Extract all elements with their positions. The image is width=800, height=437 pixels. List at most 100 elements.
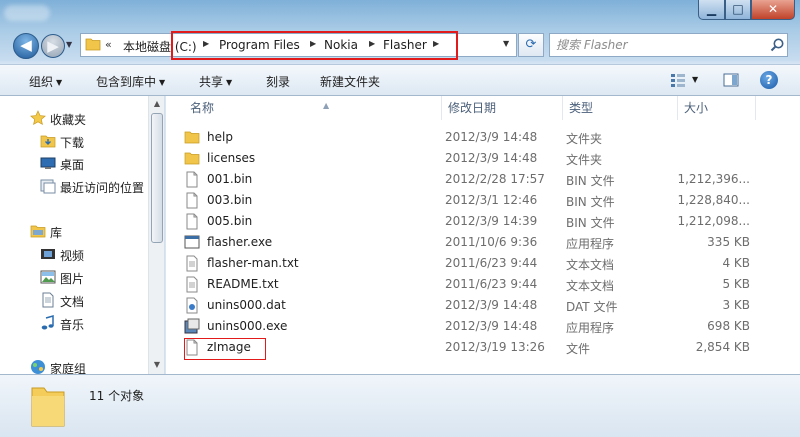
title-bar: ▁ □ ✕: [0, 0, 800, 28]
command-bar: 组织 ▼ 包含到库中 ▼ 共享 ▼ 刻录 新建文件夹 ▼ ?: [0, 64, 800, 96]
back-button[interactable]: ◀: [13, 33, 39, 59]
file-icon: [186, 192, 198, 209]
file-type: 文件: [566, 342, 591, 356]
file-size: 1,212,396...: [677, 172, 750, 186]
sort-ascending-icon: ▲: [323, 101, 330, 110]
file-name: flasher-man.txt: [207, 256, 299, 270]
caret-down-icon: ▼: [56, 78, 63, 87]
file-type: 应用程序: [566, 237, 615, 251]
minimize-button[interactable]: ▁: [698, 0, 725, 20]
close-button[interactable]: ✕: [751, 0, 795, 20]
file-row[interactable]: README.txt 2011/6/23 9:44 文本文档 5 KB: [166, 274, 800, 295]
file-type: BIN 文件: [566, 174, 615, 188]
text-file-icon: [186, 255, 198, 272]
file-date: 2012/3/9 14:48: [445, 298, 538, 312]
navigation-pane: 收藏夹 下载 桌面 最近访问的位置 库 视频 图片 文档 音乐 家庭组 ▲ ▼: [0, 96, 165, 374]
caret-down-icon: ▼: [226, 78, 233, 87]
file-date: 2011/10/6 9:36: [445, 235, 538, 249]
file-date: 2012/3/1 12:46: [445, 193, 538, 207]
file-row[interactable]: flasher-man.txt 2011/6/23 9:44 文本文档 4 KB: [166, 253, 800, 274]
include-in-library-menu[interactable]: 包含到库中 ▼: [96, 73, 165, 90]
search-icon[interactable]: [769, 37, 785, 53]
folder-icon: [184, 152, 200, 165]
maximize-button[interactable]: □: [725, 0, 751, 20]
preview-pane-icon[interactable]: [722, 72, 740, 88]
file-icon: [186, 171, 198, 188]
column-header-type[interactable]: 类型: [563, 96, 678, 120]
explorer-window: ▁ □ ✕ ◀ ▶ ▼ « 本地磁盘 (C:) ▶ Program Files …: [0, 0, 800, 437]
scroll-up-arrow-icon[interactable]: ▲: [149, 96, 164, 112]
scroll-down-arrow-icon[interactable]: ▼: [149, 357, 164, 373]
documents-icon: [42, 292, 54, 308]
file-type: 文本文档: [566, 279, 615, 293]
column-header-name[interactable]: 名称 ▲: [184, 96, 442, 120]
view-dropdown[interactable]: ▼: [692, 75, 698, 84]
window-logo: [4, 5, 50, 21]
file-size: 5 KB: [722, 277, 750, 291]
refresh-button[interactable]: ⟳: [518, 33, 544, 57]
folder-icon: [31, 387, 65, 427]
file-row[interactable]: 001.bin 2012/2/28 17:57 BIN 文件 1,212,396...: [166, 169, 800, 190]
file-name: licenses: [207, 151, 256, 165]
file-name: 005.bin: [207, 214, 253, 228]
file-size: 3 KB: [722, 298, 750, 312]
file-date: 2012/3/19 13:26: [445, 340, 545, 354]
zimage-highlight-box: [184, 338, 266, 360]
file-row[interactable]: flasher.exe 2011/10/6 9:36 应用程序 335 KB: [166, 232, 800, 253]
file-date: 2011/6/23 9:44: [445, 277, 538, 291]
forward-arrow-icon: ▶: [47, 37, 59, 55]
burn-button[interactable]: 刻录: [266, 73, 290, 90]
file-row[interactable]: help 2012/3/9 14:48 文件夹: [166, 127, 800, 148]
search-input[interactable]: [556, 37, 756, 53]
file-size: 335 KB: [707, 235, 750, 249]
text-file-icon: [186, 276, 198, 293]
organize-menu[interactable]: 组织 ▼: [29, 73, 62, 90]
file-name: unins000.exe: [207, 319, 288, 333]
file-date: 2012/3/9 14:39: [445, 214, 538, 228]
installer-icon: [184, 318, 200, 334]
address-overflow-chevron[interactable]: «: [105, 38, 112, 51]
forward-button[interactable]: ▶: [41, 34, 65, 58]
video-icon: [41, 249, 55, 259]
file-date: 2012/3/9 14:48: [445, 319, 538, 333]
file-size: 698 KB: [707, 319, 750, 333]
file-row[interactable]: licenses 2012/3/9 14:48 文件夹: [166, 148, 800, 169]
file-name: help: [207, 130, 233, 144]
homegroup-icon: [31, 360, 45, 374]
address-history-dropdown[interactable]: ▼: [503, 39, 509, 48]
details-pane: 11 个对象: [0, 374, 800, 437]
file-icon: [186, 213, 198, 230]
file-size: 1,228,840...: [677, 193, 750, 207]
dat-file-icon: [186, 297, 198, 314]
file-type: DAT 文件: [566, 300, 618, 314]
folder-icon: [85, 38, 101, 51]
view-options-icon[interactable]: [669, 72, 687, 88]
back-arrow-icon: ◀: [20, 36, 32, 54]
file-size: 4 KB: [722, 256, 750, 270]
file-row[interactable]: 003.bin 2012/3/1 12:46 BIN 文件 1,228,840...: [166, 190, 800, 211]
file-name: flasher.exe: [207, 235, 273, 249]
file-list: 名称 ▲ 修改日期 类型 大小 help 2012/3/9 14:48 文件夹 lic…: [166, 96, 800, 374]
file-date: 2012/3/9 14:48: [445, 130, 538, 144]
file-type: 文本文档: [566, 258, 615, 272]
search-box[interactable]: [549, 33, 788, 57]
scrollbar-thumb[interactable]: [151, 113, 163, 243]
item-count: 11 个对象: [89, 389, 145, 403]
file-row[interactable]: unins000.dat 2012/3/9 14:48 DAT 文件 3 KB: [166, 295, 800, 316]
folder-icon: [184, 131, 200, 144]
address-highlight-box: [171, 31, 458, 60]
share-menu[interactable]: 共享 ▼: [199, 73, 232, 90]
new-folder-button[interactable]: 新建文件夹: [320, 73, 380, 90]
help-icon[interactable]: ?: [760, 71, 778, 89]
navigation-scrollbar[interactable]: ▲ ▼: [148, 96, 164, 374]
recent-pages-dropdown[interactable]: ▼: [66, 40, 72, 49]
file-row[interactable]: 005.bin 2012/3/9 14:39 BIN 文件 1,212,098...: [166, 211, 800, 232]
library-icon: [30, 225, 46, 238]
file-type: 文件夹: [566, 132, 603, 146]
file-row[interactable]: unins000.exe 2012/3/9 14:48 应用程序 698 KB: [166, 316, 800, 337]
caret-down-icon: ▼: [159, 78, 166, 87]
file-name: 003.bin: [207, 193, 253, 207]
column-header-date[interactable]: 修改日期: [442, 96, 563, 120]
column-header-size[interactable]: 大小: [678, 96, 756, 120]
file-size: 1,212,098...: [677, 214, 750, 228]
